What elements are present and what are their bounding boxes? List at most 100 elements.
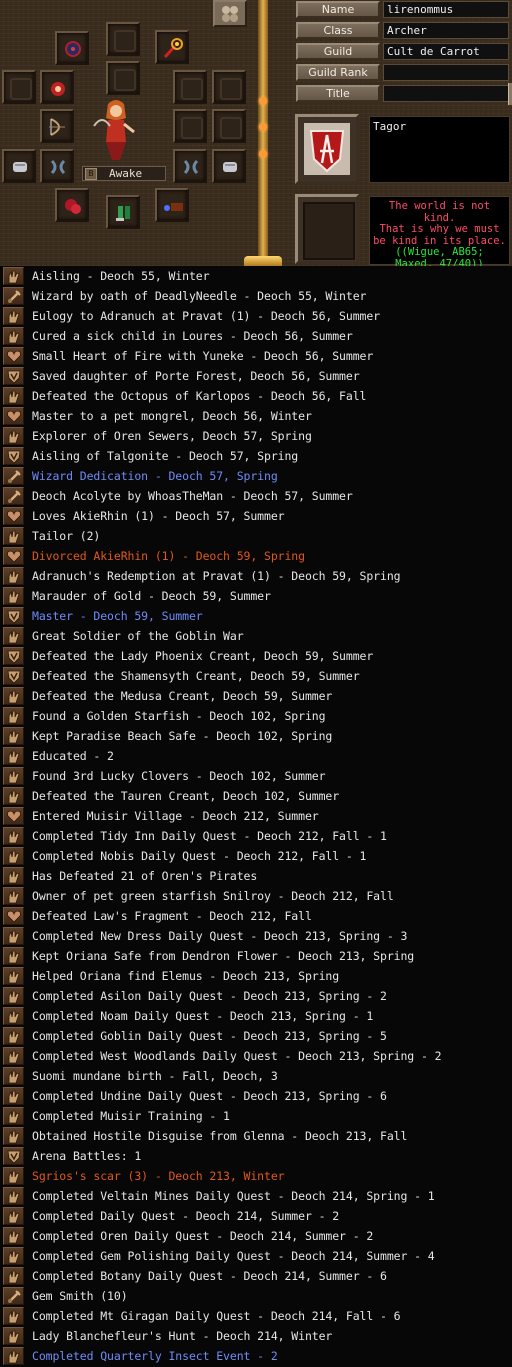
legend-row: Lady Blanchefleur's Hunt - Deoch 214, Wi… [0,1326,512,1346]
red-gem-icon [65,199,81,214]
legend-text: Wizard Dedication - Deoch 57, Spring [32,469,278,483]
armor-slot[interactable] [106,61,140,95]
status-bar: B Awake [82,166,166,181]
guild-value: Cult de Carrot [383,43,509,60]
hand-mark-icon [3,1227,24,1245]
shield-mark-icon [3,367,24,385]
legend-text: Adranuch's Redemption at Pravat (1) - De… [32,569,401,583]
legend-list: Aisling - Deoch 55, Winter Wizard by oath… [0,266,512,1367]
legend-text: Small Heart of Fire with Yuneke - Deoch … [32,349,374,363]
legend-text: Completed Quarterly Insect Event - 2 [32,1349,278,1363]
flame-staff-icon [163,38,183,59]
hand-mark-icon [3,427,24,445]
necklace-slot[interactable] [40,70,74,104]
hand-mark-icon [3,1127,24,1145]
legend-row: Tailor (2) [0,526,512,546]
hand-mark-icon [3,1247,24,1265]
legend-row: Completed Undine Daily Quest - Deoch 213… [0,1086,512,1106]
left-hand-slot[interactable] [2,70,36,104]
legend-row: Completed Goblin Daily Quest - Deoch 213… [0,1026,512,1046]
bracer-icon [50,159,66,175]
legend-row: Defeated the Tauren Creant, Deoch 102, S… [0,786,512,806]
hand-mark-icon [3,1307,24,1325]
legend-row: Completed Oren Daily Quest - Deoch 214, … [0,1226,512,1246]
bow-slot[interactable] [40,109,74,143]
legend-text: Marauder of Gold - Deoch 59, Summer [32,589,271,603]
hand-mark-icon [3,827,24,845]
hand-mark-icon [3,927,24,945]
legend-row: Great Soldier of the Goblin War [0,626,512,646]
legend-row: Obtained Hostile Disguise from Glenna - … [0,1126,512,1146]
hand-mark-icon [3,1067,24,1085]
profile-message-text: The world is not kind. That is why we mu… [373,200,506,247]
legend-row: Wizard Dedication - Deoch 57, Spring [0,466,512,486]
accessory-slot[interactable] [155,188,189,222]
bracer-slot-right[interactable] [173,149,207,183]
legend-text: Completed West Woodlands Daily Quest - D… [32,1049,442,1063]
hand-mark-icon [3,1027,24,1045]
guild-rank-label: Guild Rank [296,64,380,81]
legend-text: Entered Muisir Village - Deoch 212, Summ… [32,809,319,823]
profile-panel: B Awake Name lirenommus Class Archer Gui… [0,0,512,269]
legend-text: Helped Oriana find Elemus - Deoch 213, S… [32,969,340,983]
hand-mark-icon [3,307,24,325]
legend-text: Tailor (2) [32,529,101,543]
legend-row: Sgrios's scar (3) - Deoch 213, Winter [0,1166,512,1186]
legend-text: Explorer of Oren Sewers, Deoch 57, Sprin… [32,429,312,443]
hand-mark-icon [3,1167,24,1185]
legend-text: Completed New Dress Daily Quest - Deoch … [32,929,408,943]
legend-row: Educated - 2 [0,746,512,766]
bracer-slot-left[interactable] [40,149,74,183]
heart-mark-icon [3,907,24,925]
legend-row: Entered Muisir Village - Deoch 212, Summ… [0,806,512,826]
heart-mark-icon [3,547,24,565]
divider-ornament [259,150,267,158]
panel-divider [258,0,268,266]
legend-row: Defeated the Medusa Creant, Deoch 59, Su… [0,686,512,706]
legend-text: Defeated Law's Fragment - Deoch 212, Fal… [32,909,312,923]
legend-text: Aisling - Deoch 55, Winter [32,269,210,283]
ring-slot-right[interactable] [212,70,246,104]
overcoat-slot[interactable] [212,109,246,143]
wizard-mark-icon [3,487,24,505]
hand-mark-icon [3,847,24,865]
legend-text: Defeated the Tauren Creant, Deoch 102, S… [32,789,340,803]
helmet-slot[interactable] [106,22,140,56]
gauntlet-slot-left[interactable] [2,149,36,183]
status-badge: B [85,168,97,180]
shield-mark-icon [3,647,24,665]
legs-slot[interactable] [55,188,89,222]
profile-window: { "profile": { "status": "Awake", "statu… [0,0,512,1367]
weapon-accessory-slot[interactable] [155,30,189,64]
ring-slot-left[interactable] [173,70,207,104]
heart-mark-icon [3,507,24,525]
legend-text: Deoch Acolyte by WhoasTheMan - Deoch 57,… [32,489,353,503]
legend-row: Wizard by oath of DeadlyNeedle - Deoch 5… [0,286,512,306]
legend-row: Arena Battles: 1 [0,1146,512,1166]
belt-slot[interactable] [173,109,207,143]
boots-slot[interactable] [106,195,140,229]
legend-row: Found 3rd Lucky Clovers - Deoch 102, Sum… [0,766,512,786]
portrait-frame[interactable] [295,194,359,264]
legend-row: Master to a pet mongrel, Deoch 56, Winte… [0,406,512,426]
hand-mark-icon [3,267,24,285]
divider-ornament [259,123,267,131]
legend-text: Owner of pet green starfish Snilroy - De… [32,889,394,903]
legend-row: Owner of pet green starfish Snilroy - De… [0,886,512,906]
legend-row: Saved daughter of Porte Forest, Deoch 56… [0,366,512,386]
legend-text: Defeated the Octopus of Karlopos - Deoch… [32,389,367,403]
legend-text: Completed Tidy Inn Daily Quest - Deoch 2… [32,829,387,843]
hand-mark-icon [3,387,24,405]
legend-text: Completed Nobis Daily Quest - Deoch 212,… [32,849,367,863]
panel-scroll-handle[interactable] [508,83,512,105]
earring-slot[interactable] [55,31,89,65]
legend-row: Completed Botany Daily Quest - Deoch 214… [0,1266,512,1286]
legend-row: Completed Asilon Daily Quest - Deoch 213… [0,986,512,1006]
group-button[interactable] [213,0,247,27]
legend-row: Marauder of Gold - Deoch 59, Summer [0,586,512,606]
legend-row: Completed Tidy Inn Daily Quest - Deoch 2… [0,826,512,846]
name-label: Name [296,1,380,18]
legend-row: Small Heart of Fire with Yuneke - Deoch … [0,346,512,366]
name-value: lirenommus [383,1,509,18]
gauntlet-slot-right[interactable] [212,149,246,183]
